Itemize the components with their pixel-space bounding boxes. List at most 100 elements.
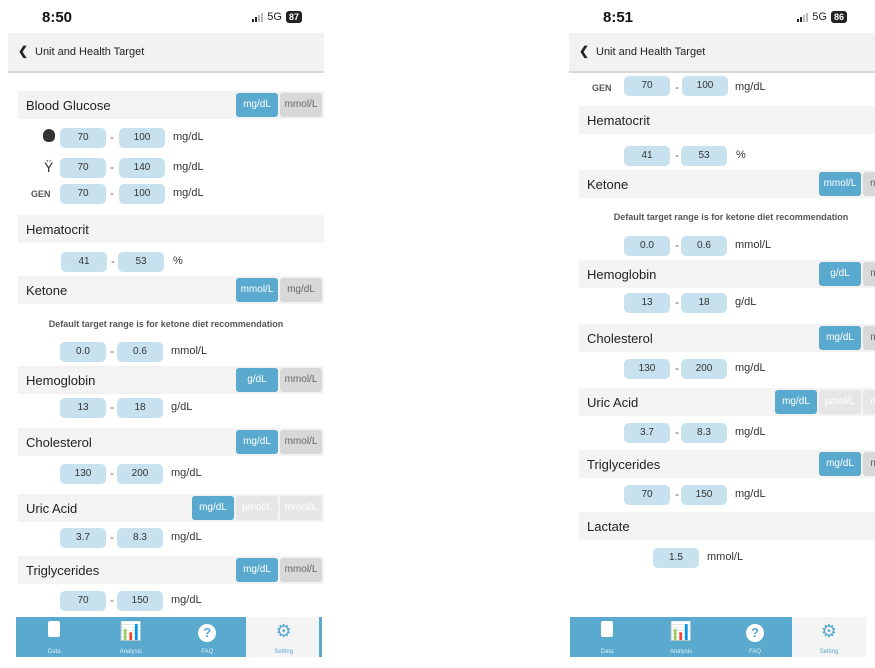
- unit-mmoll-button[interactable]: mmol/L: [280, 496, 322, 520]
- high-value-input[interactable]: 18: [681, 293, 727, 313]
- status-time: 8:50: [42, 9, 73, 26]
- range-dash: -: [111, 254, 115, 268]
- tab-faq[interactable]: ? FAQ: [718, 617, 792, 657]
- back-chevron-icon[interactable]: ❮: [18, 44, 28, 58]
- status-time: 8:51: [603, 9, 634, 26]
- section-cholesterol: Cholesterol mg/dL mmol/: [579, 324, 875, 352]
- unit-mmoll-button[interactable]: mmol/: [863, 262, 875, 286]
- low-value-input[interactable]: 70: [624, 76, 670, 96]
- tab-label: Setting: [819, 649, 839, 655]
- section-label: Uric Acid: [26, 501, 78, 516]
- nav-title[interactable]: Unit and Health Target: [596, 46, 705, 58]
- unit-mmoll-button[interactable]: mmol/L: [280, 558, 322, 582]
- high-value-input[interactable]: 8.3: [681, 423, 727, 443]
- back-chevron-icon[interactable]: ❮: [579, 44, 589, 58]
- tab-data[interactable]: Data: [570, 617, 644, 657]
- section-label: Triglycerides: [26, 563, 100, 578]
- unit-mmoll-button[interactable]: mmol/L: [236, 278, 278, 302]
- high-value-input[interactable]: 100: [119, 184, 165, 204]
- triglycerides-row: 70 - 150 mg/dL: [569, 485, 875, 507]
- low-value-input[interactable]: 70: [60, 158, 106, 178]
- unit-mgdl-button[interactable]: mg/dL: [280, 278, 322, 302]
- high-value-input[interactable]: 100: [682, 76, 728, 96]
- unit-umoll-button[interactable]: µmol/L: [819, 390, 861, 414]
- unit-mgdl-button[interactable]: mg/dL: [863, 172, 875, 196]
- ketone-row: 0.0 - 0.6 mmol/L: [569, 236, 875, 258]
- unit-mgdl-button[interactable]: mg/dL: [819, 326, 861, 350]
- document-icon: [570, 621, 644, 642]
- low-value-input[interactable]: 70: [60, 591, 106, 611]
- unit-label: mg/dL: [171, 594, 202, 606]
- section-hematocrit: Hematocrit: [18, 215, 324, 243]
- low-value-input[interactable]: 130: [624, 359, 670, 379]
- high-value-input[interactable]: 0.6: [681, 236, 727, 256]
- unit-umoll-button[interactable]: µmol/L: [236, 496, 278, 520]
- unit-mgdl-button[interactable]: mg/dL: [192, 496, 234, 520]
- unit-mmoll-button[interactable]: mmol/L: [280, 368, 322, 392]
- section-ketone: Ketone mmol/L mg/dL: [18, 276, 324, 304]
- unit-mmoll-button[interactable]: mmol/: [863, 390, 875, 414]
- unit-mgdl-button[interactable]: mg/dL: [236, 430, 278, 454]
- unit-gdl-button[interactable]: g/dL: [236, 368, 278, 392]
- low-value-input[interactable]: 41: [61, 252, 107, 272]
- unit-mgdl-button[interactable]: mg/dL: [236, 93, 278, 117]
- unit-mgdl-button[interactable]: mg/dL: [775, 390, 817, 414]
- high-value-input[interactable]: 200: [681, 359, 727, 379]
- high-value-input[interactable]: 53: [118, 252, 164, 272]
- tab-data[interactable]: Data: [16, 617, 93, 657]
- range-dash: -: [675, 361, 679, 375]
- high-value-input[interactable]: 200: [117, 464, 163, 484]
- range-dash: -: [110, 130, 114, 144]
- nav-title[interactable]: Unit and Health Target: [35, 46, 144, 58]
- nav-bar: ❮ Unit and Health Target: [8, 33, 324, 73]
- high-value-input[interactable]: 53: [681, 146, 727, 166]
- unit-mmoll-button[interactable]: mmol/: [863, 452, 875, 476]
- unit-label: mg/dL: [173, 187, 204, 199]
- range-dash: -: [675, 487, 679, 501]
- high-value-input[interactable]: 100: [119, 128, 165, 148]
- tab-setting[interactable]: ⚙ Setting: [245, 617, 322, 657]
- low-value-input[interactable]: 0.0: [60, 342, 106, 362]
- low-value-input[interactable]: 70: [60, 184, 106, 204]
- section-hemoglobin: Hemoglobin g/dL mmol/: [579, 260, 875, 288]
- low-value-input[interactable]: 130: [60, 464, 106, 484]
- tab-analysis[interactable]: 📊 Analysis: [93, 617, 170, 657]
- low-value-input[interactable]: 70: [60, 128, 106, 148]
- section-label: Hemoglobin: [587, 267, 657, 282]
- glucose-row-before-meal: 70 - 100 mg/dL: [8, 128, 324, 150]
- gen-label: GEN: [31, 189, 51, 199]
- unit-label: mmol/L: [735, 239, 772, 251]
- unit-mmoll-button[interactable]: mmol/L: [819, 172, 861, 196]
- ketone-note: Default target range is for ketone diet …: [613, 212, 849, 222]
- tab-faq[interactable]: ? FAQ: [169, 617, 246, 657]
- high-value-input[interactable]: 140: [119, 158, 165, 178]
- high-value-input[interactable]: 150: [117, 591, 163, 611]
- high-value-input[interactable]: 150: [681, 485, 727, 505]
- unit-mgdl-button[interactable]: mg/dL: [819, 452, 861, 476]
- high-value-input[interactable]: 8.3: [117, 528, 163, 548]
- tab-setting[interactable]: ⚙ Setting: [792, 617, 866, 657]
- value-input[interactable]: 1.5: [653, 548, 699, 568]
- section-hemoglobin: Hemoglobin g/dL mmol/L: [18, 366, 324, 394]
- unit-label: mg/dL: [735, 362, 766, 374]
- unit-mmoll-button[interactable]: mmol/L: [280, 93, 322, 117]
- low-value-input[interactable]: 0.0: [624, 236, 670, 256]
- low-value-input[interactable]: 3.7: [624, 423, 670, 443]
- unit-mmoll-button[interactable]: mmol/L: [280, 430, 322, 454]
- unit-gdl-button[interactable]: g/dL: [819, 262, 861, 286]
- unit-label: mg/dL: [735, 426, 766, 438]
- high-value-input[interactable]: 18: [117, 398, 163, 418]
- low-value-input[interactable]: 13: [624, 293, 670, 313]
- battery-icon: 87: [285, 11, 302, 23]
- low-value-input[interactable]: 70: [624, 485, 670, 505]
- unit-mmoll-button[interactable]: mmol/: [863, 326, 875, 350]
- tab-bar-edge: [319, 617, 322, 657]
- glucose-row-general: GEN 70 - 100 mg/dL: [569, 76, 875, 102]
- low-value-input[interactable]: 3.7: [60, 528, 106, 548]
- status-indicators: 5G 86: [797, 11, 847, 23]
- low-value-input[interactable]: 41: [624, 146, 670, 166]
- unit-mgdl-button[interactable]: mg/dL: [236, 558, 278, 582]
- high-value-input[interactable]: 0.6: [117, 342, 163, 362]
- tab-analysis[interactable]: 📊 Analysis: [644, 617, 718, 657]
- low-value-input[interactable]: 13: [60, 398, 106, 418]
